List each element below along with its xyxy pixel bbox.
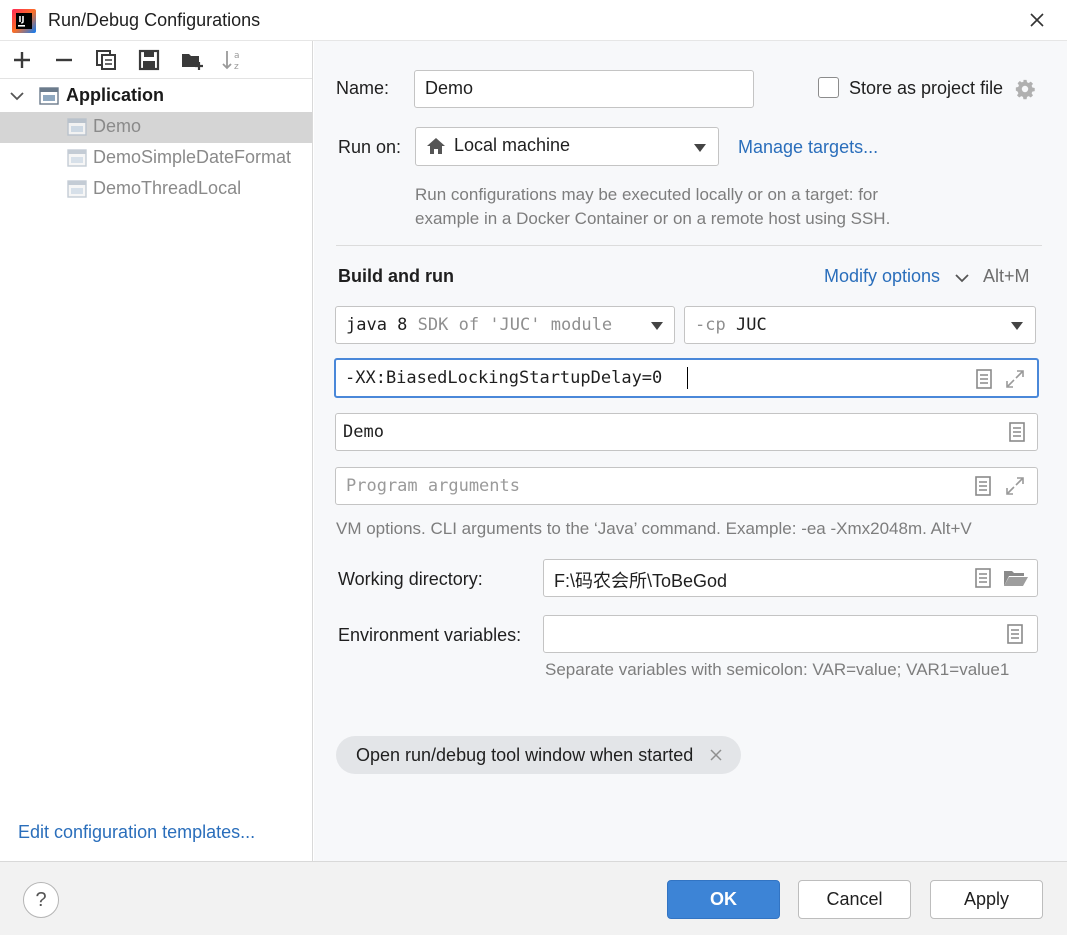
document-icon[interactable] (1004, 623, 1026, 645)
open-tool-window-option-chip[interactable]: Open run/debug tool window when started (336, 736, 742, 774)
configurations-sidebar: a z Application Demo DemoSimpleDateForma… (0, 41, 313, 861)
store-as-project-label: Store as project file (849, 78, 1004, 98)
tree-label-demo: Demo (93, 116, 142, 136)
modify-options-shortcut: Alt+M (983, 266, 1030, 286)
ok-button[interactable]: OK (667, 880, 780, 919)
name-input-value: Demo (425, 78, 474, 98)
sort-alpha-icon[interactable]: a z (221, 48, 245, 72)
close-icon[interactable] (709, 748, 723, 762)
close-icon[interactable] (1025, 8, 1049, 32)
document-icon[interactable] (972, 567, 994, 589)
run-on-hint-line1: Run configurations may be executed local… (415, 185, 879, 204)
sidebar-toolbar: a z (0, 41, 312, 79)
expand-icon[interactable] (1004, 368, 1026, 390)
classpath-dropdown[interactable]: -cp JUC (684, 306, 1036, 344)
open-tool-window-option-label: Open run/debug tool window when started (356, 744, 694, 765)
application-icon (67, 149, 87, 167)
help-button[interactable]: ? (23, 882, 59, 918)
chevron-down-icon (694, 144, 706, 152)
expand-icon[interactable] (1004, 475, 1026, 497)
chevron-down-icon (651, 322, 663, 330)
tree-label-demothreadlocal: DemoThreadLocal (93, 178, 242, 198)
window-title: Run/Debug Configurations (48, 10, 261, 30)
build-and-run-heading: Build and run (338, 266, 454, 286)
modify-options-link[interactable]: Modify options (824, 266, 940, 287)
run-on-value: Local machine (454, 135, 571, 155)
vm-options-value: -XX:BiasedLockingStartupDelay=0 (345, 368, 663, 388)
run-on-label: Run on: (338, 137, 402, 157)
configuration-form: Name: Demo Store as project file Run on:… (314, 41, 1067, 861)
vm-options-hint: VM options. CLI arguments to the ‘Java’ … (336, 519, 972, 538)
chevron-down-icon[interactable] (955, 273, 969, 283)
main-class-input[interactable]: Demo (335, 413, 1038, 451)
edit-configuration-templates-link[interactable]: Edit configuration templates... (18, 822, 255, 843)
name-input[interactable]: Demo (414, 70, 754, 108)
svg-text:z: z (234, 62, 239, 72)
run-on-hint-line2: example in a Docker Container or on a re… (415, 209, 891, 228)
cancel-button[interactable]: Cancel (798, 880, 911, 919)
document-icon[interactable] (973, 368, 995, 390)
add-icon[interactable] (10, 48, 34, 72)
gear-icon[interactable] (1014, 78, 1036, 100)
save-icon[interactable] (137, 48, 161, 72)
apply-button[interactable]: Apply (930, 880, 1043, 919)
application-icon (67, 180, 87, 198)
section-divider (336, 245, 1042, 246)
classpath-value: -cp JUC (695, 315, 767, 335)
chevron-down-icon[interactable] (10, 91, 24, 101)
working-directory-value: F:\码农会所\ToBeGod (554, 571, 728, 591)
document-icon[interactable] (1006, 421, 1028, 443)
tree-label-demosimpledateformat: DemoSimpleDateFormat (93, 147, 292, 167)
environment-variables-input[interactable] (543, 615, 1038, 653)
application-icon (67, 118, 87, 136)
folder-open-icon[interactable] (1003, 567, 1029, 589)
tree-node-demo[interactable]: Demo (0, 112, 312, 143)
dialog-button-bar: ? OK Cancel Apply (0, 861, 1067, 935)
svg-text:a: a (234, 51, 240, 61)
tree-node-demothreadlocal[interactable]: DemoThreadLocal (0, 174, 312, 205)
store-as-project-checkbox[interactable] (818, 77, 839, 98)
tree-node-demosimpledateformat[interactable]: DemoSimpleDateFormat (0, 143, 312, 174)
tree-node-application[interactable]: Application (0, 81, 312, 112)
svg-text:IJ: IJ (19, 15, 25, 24)
title-bar: IJ Run/Debug Configurations (0, 0, 1067, 41)
environment-variables-label: Environment variables: (338, 625, 522, 645)
application-icon (39, 87, 59, 105)
chevron-down-icon (1011, 322, 1023, 330)
jdk-dropdown[interactable]: java 8 SDK of 'JUC' module (335, 306, 675, 344)
tree-label-application: Application (66, 85, 164, 105)
document-icon[interactable] (972, 475, 994, 497)
working-directory-label: Working directory: (338, 569, 483, 589)
run-on-dropdown[interactable]: Local machine (415, 127, 719, 166)
name-label: Name: (336, 78, 390, 98)
copy-icon[interactable] (94, 48, 118, 72)
intellij-app-icon: IJ (12, 9, 36, 33)
program-arguments-input[interactable]: Program arguments (335, 467, 1038, 505)
new-folder-icon[interactable] (180, 48, 204, 72)
text-cursor (687, 367, 688, 389)
jdk-value: java 8 SDK of 'JUC' module (346, 315, 613, 335)
main-class-value: Demo (343, 422, 384, 442)
remove-icon[interactable] (52, 48, 76, 72)
environment-variables-hint: Separate variables with semicolon: VAR=v… (545, 660, 1010, 679)
home-icon (427, 138, 445, 154)
manage-targets-link[interactable]: Manage targets... (738, 137, 878, 158)
vm-options-input[interactable]: -XX:BiasedLockingStartupDelay=0 (334, 358, 1039, 398)
working-directory-input[interactable]: F:\码农会所\ToBeGod (543, 559, 1038, 597)
program-arguments-placeholder: Program arguments (346, 476, 520, 496)
